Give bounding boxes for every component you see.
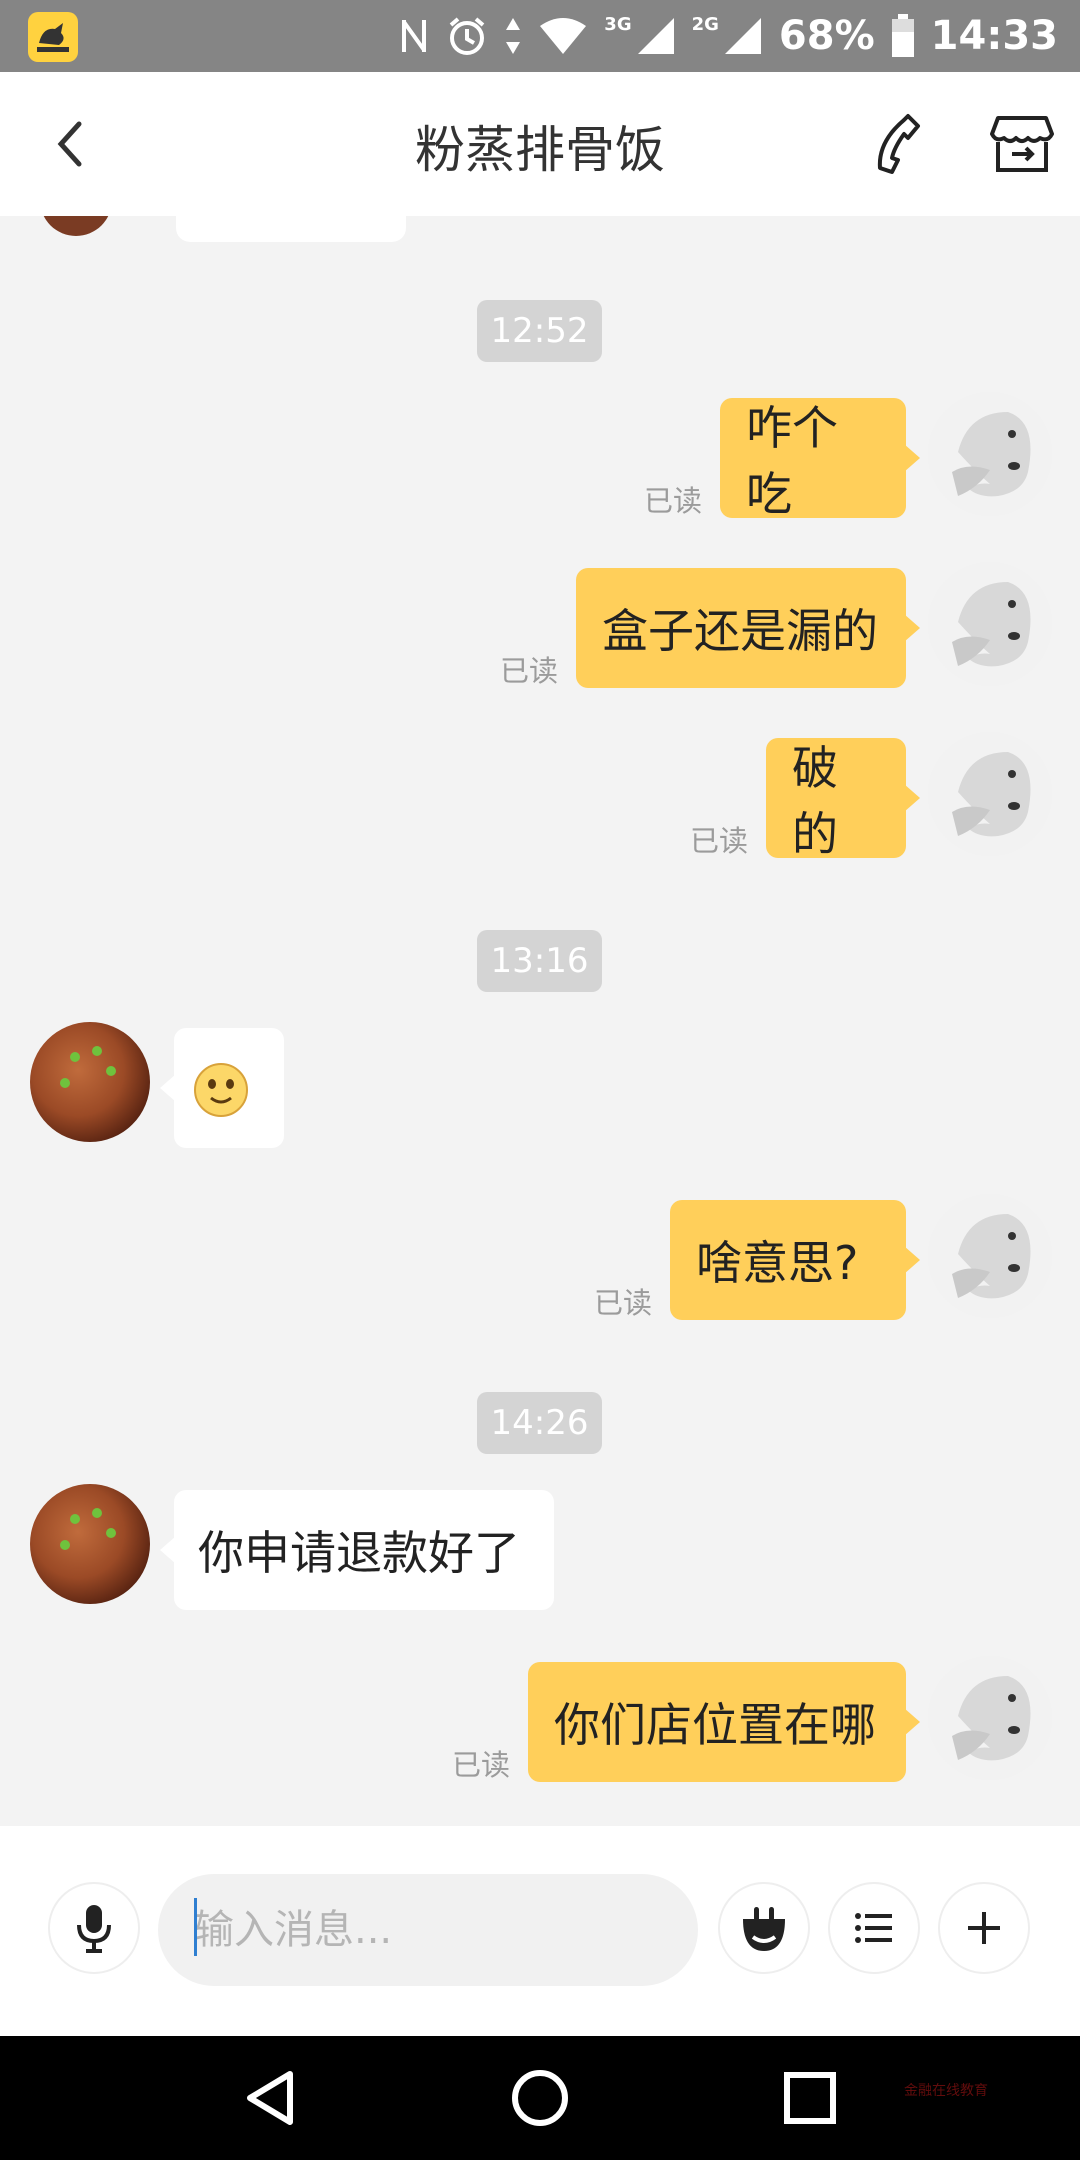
chat-header: 粉蒸排骨饭 xyxy=(0,72,1080,216)
dog-avatar-icon xyxy=(928,1656,1052,1780)
quick-reply-button[interactable] xyxy=(828,1882,920,1974)
outgoing-message[interactable]: 啥意思? xyxy=(670,1200,920,1320)
message-bubble xyxy=(176,216,406,242)
timestamp: 12:52 xyxy=(477,300,602,362)
read-receipt: 已读 xyxy=(452,1748,511,1782)
avatar xyxy=(40,216,112,236)
read-receipt: 已读 xyxy=(690,824,749,858)
incoming-message[interactable]: 你申请退款好了 xyxy=(160,1490,554,1610)
more-button[interactable] xyxy=(938,1882,1030,1974)
timestamp: 13:16 xyxy=(477,930,602,992)
outgoing-message[interactable]: 盒子还是漏的 xyxy=(576,568,920,688)
message-list[interactable]: 12:52 已读 咋个吃 已读 盒子还是漏的 已读 破的 13:16 已读 啥意… xyxy=(0,216,1080,1826)
nav-recents-button[interactable] xyxy=(774,2062,846,2134)
battery-icon xyxy=(891,14,915,58)
list-icon xyxy=(855,1913,892,1943)
data-arrows-icon xyxy=(504,16,522,56)
square-recents-icon xyxy=(784,2072,836,2124)
watermark: 金融在线教育 xyxy=(904,2083,988,2099)
wifi-icon xyxy=(538,16,588,56)
nfc-icon xyxy=(398,16,430,56)
text-cursor xyxy=(194,1898,197,1956)
dog-avatar-icon xyxy=(928,1194,1052,1318)
outgoing-message[interactable]: 你们店位置在哪 xyxy=(528,1662,920,1782)
my-avatar[interactable] xyxy=(928,562,1052,686)
dog-avatar-icon xyxy=(928,732,1052,856)
my-avatar[interactable] xyxy=(928,392,1052,516)
my-avatar[interactable] xyxy=(928,732,1052,856)
system-nav-bar: 金融在线教育 xyxy=(0,2036,1080,2160)
clock: 14:33 xyxy=(930,13,1058,59)
circle-home-icon xyxy=(512,2070,568,2126)
incoming-message[interactable] xyxy=(160,1028,284,1148)
network-2g-label: 2G xyxy=(691,14,719,35)
signal-icon xyxy=(636,16,676,56)
read-receipt: 已读 xyxy=(594,1286,653,1320)
network-3g-label: 3G xyxy=(604,14,632,35)
shop-avatar[interactable] xyxy=(30,1484,150,1604)
shop-icon xyxy=(990,116,1054,172)
emoji-icon xyxy=(743,1907,785,1951)
read-receipt: 已读 xyxy=(644,484,703,518)
status-bar: 3G 2G 68% 14:33 xyxy=(0,0,1080,72)
input-bar xyxy=(0,1826,1080,2036)
dog-avatar-icon xyxy=(928,562,1052,686)
signal-icon xyxy=(723,16,763,56)
app-notification-icon xyxy=(28,12,78,62)
message-input[interactable] xyxy=(158,1874,698,1986)
microphone-icon xyxy=(77,1905,111,1953)
dog-avatar-icon xyxy=(928,392,1052,516)
smile-emoji-icon xyxy=(194,1063,248,1117)
shop-button[interactable] xyxy=(990,112,1054,176)
voice-button[interactable] xyxy=(48,1882,140,1974)
triangle-back-icon xyxy=(247,2071,293,2125)
nav-back-button[interactable] xyxy=(234,2062,306,2134)
my-avatar[interactable] xyxy=(928,1194,1052,1318)
phone-icon xyxy=(877,114,920,174)
emoji-button[interactable] xyxy=(718,1882,810,1974)
read-receipt: 已读 xyxy=(500,654,559,688)
outgoing-message[interactable]: 破的 xyxy=(766,738,920,861)
my-avatar[interactable] xyxy=(928,1656,1052,1780)
shop-avatar[interactable] xyxy=(30,1022,150,1142)
call-button[interactable] xyxy=(868,112,932,176)
timestamp: 14:26 xyxy=(477,1392,602,1454)
nav-home-button[interactable] xyxy=(504,2062,576,2134)
outgoing-message[interactable]: 咋个吃 xyxy=(720,398,920,521)
alarm-icon xyxy=(446,15,488,57)
battery-percentage: 68% xyxy=(778,13,875,59)
plus-icon xyxy=(968,1912,1000,1944)
